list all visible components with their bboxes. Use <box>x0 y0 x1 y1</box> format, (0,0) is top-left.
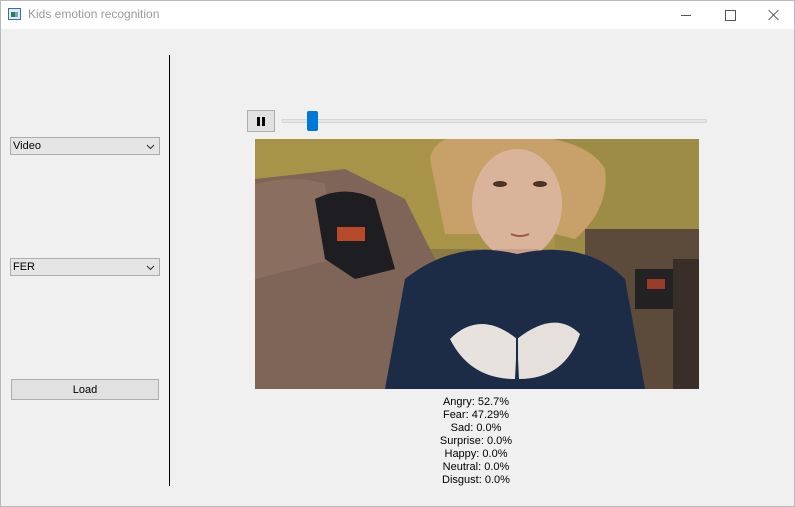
minimize-icon <box>681 14 691 16</box>
seek-slider[interactable] <box>282 111 707 131</box>
video-frame <box>255 139 699 389</box>
emotion-row-happy: Happy: 0.0% <box>444 448 508 460</box>
emotion-row-angry: Angry: 52.7% <box>442 396 510 408</box>
source-select[interactable]: Video <box>10 137 160 155</box>
minimize-button[interactable] <box>663 1 709 29</box>
pause-button[interactable] <box>247 110 275 132</box>
emotion-value: 47.29% <box>471 409 510 421</box>
emotion-label: Happy <box>444 448 477 460</box>
emotion-value: 0.0% <box>487 435 513 447</box>
seek-slider-track <box>282 119 707 123</box>
emotion-value: 0.0% <box>484 461 510 473</box>
pause-icon <box>257 116 265 126</box>
emotion-label: Fear <box>442 409 466 421</box>
emotion-label: Sad <box>450 422 471 434</box>
emotion-value: 52.7% <box>477 396 510 408</box>
load-button[interactable]: Load <box>11 379 159 400</box>
model-select-value: FER <box>13 261 35 273</box>
window-title: Kids emotion recognition <box>28 7 160 21</box>
emotion-label: Neutral <box>442 461 479 473</box>
panel-divider <box>169 55 170 486</box>
app-icon <box>8 8 21 20</box>
model-select[interactable]: FER <box>10 258 160 276</box>
source-select-value: Video <box>13 140 41 152</box>
maximize-icon <box>724 9 736 21</box>
emotion-row-fear: Fear: 47.29% <box>442 409 510 421</box>
emotion-value: 0.0% <box>482 448 508 460</box>
emotion-value: 0.0% <box>476 422 502 434</box>
app-window: Kids emotion recognition Video FER Load <box>0 0 795 507</box>
close-icon <box>768 9 780 21</box>
chevron-down-icon <box>146 144 155 150</box>
title-bar: Kids emotion recognition <box>1 1 794 29</box>
emotion-label: Disgust <box>442 474 479 486</box>
emotion-row-disgust: Disgust: 0.0% <box>442 474 510 486</box>
close-button[interactable] <box>751 1 794 29</box>
maximize-button[interactable] <box>707 1 753 29</box>
emotion-results: Angry: 52.7% Fear: 47.29% Sad: 0.0% Surpris… <box>376 396 576 487</box>
seek-slider-handle[interactable] <box>307 111 318 131</box>
emotion-row-neutral: Neutral: 0.0% <box>442 461 510 473</box>
emotion-label: Surprise <box>439 435 481 447</box>
emotion-row-surprise: Surprise: 0.0% <box>439 435 513 447</box>
chevron-down-icon <box>146 265 155 271</box>
emotion-value: 0.0% <box>484 474 510 486</box>
emotion-row-sad: Sad: 0.0% <box>450 422 502 434</box>
emotion-label: Angry <box>442 396 472 408</box>
video-image <box>255 139 699 389</box>
